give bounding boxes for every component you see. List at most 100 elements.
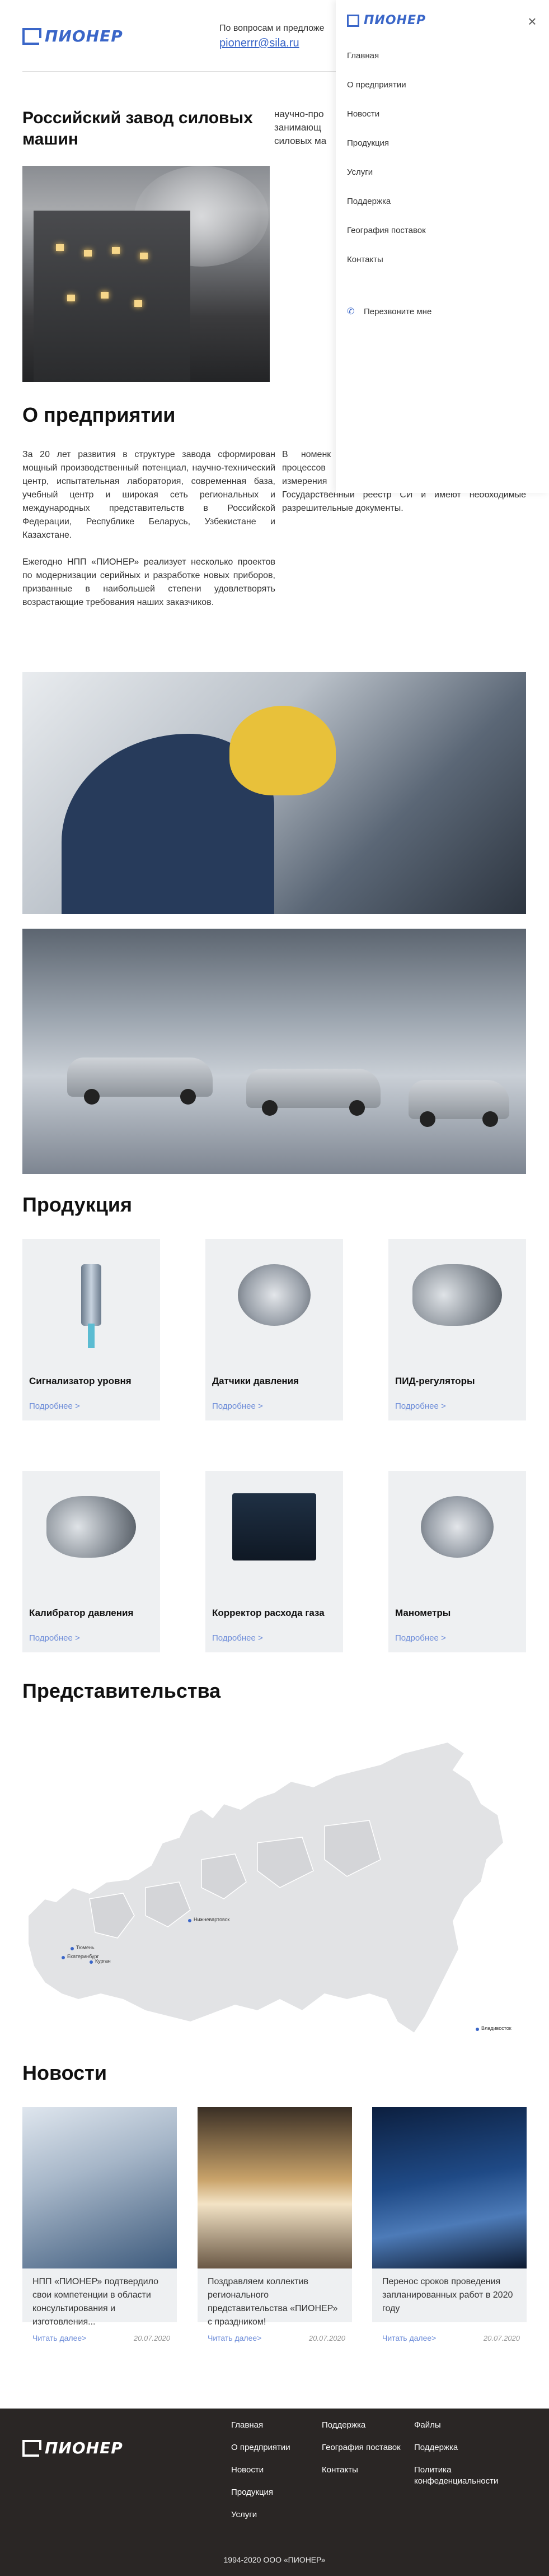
news-title: Новости: [22, 2061, 107, 2084]
map-city-label: Нижневартовск: [194, 1917, 230, 1922]
logo-text: ПИОНЕР: [45, 2439, 123, 2457]
product-more-link[interactable]: Подробнее >: [29, 1401, 80, 1411]
products-title: Продукция: [22, 1193, 132, 1216]
menu-item[interactable]: Новости: [347, 109, 379, 119]
map-city-label: Курган: [95, 1958, 111, 1964]
product-card[interactable]: Сигнализатор уровня Подробнее >: [22, 1239, 160, 1420]
news-card[interactable]: Поздравляем коллектив регионального пред…: [198, 2107, 352, 2342]
header-divider: [22, 71, 336, 72]
product-card[interactable]: Калибратор давления Подробнее >: [22, 1471, 160, 1652]
map-marker[interactable]: [62, 1956, 65, 1959]
product-card[interactable]: Корректор расхода газа Подробнее >: [205, 1471, 343, 1652]
callback-label: Перезвоните мне: [364, 307, 432, 316]
footer-logo[interactable]: ПИОНЕР: [22, 2439, 123, 2457]
russia-map: Нижневартовск Тюмень Екатеринбург Курган…: [22, 1731, 526, 2044]
news-read-more-link[interactable]: Читать далее>: [382, 2333, 436, 2342]
product-image: [35, 1482, 147, 1572]
product-image: [401, 1250, 513, 1340]
menu-item[interactable]: Контакты: [347, 255, 383, 264]
callback-button[interactable]: ✆ Перезвоните мне: [347, 307, 431, 316]
logo-text: ПИОНЕР: [364, 13, 426, 27]
menu-item[interactable]: Услуги: [347, 167, 373, 177]
about-title: О предприятии: [22, 403, 176, 426]
footer-link[interactable]: География поставок: [322, 2443, 401, 2452]
logo-icon: [22, 27, 41, 45]
contact-label: По вопросам и предложе: [219, 24, 325, 33]
side-menu-panel: ПИОНЕР × Главная О предприятии Новости П…: [336, 0, 549, 493]
footer-link[interactable]: Продукция: [231, 2488, 273, 2497]
header-contact: По вопросам и предложе pionerrr@sila.ru: [219, 24, 325, 50]
news-date: 20.07.2020: [133, 2334, 170, 2342]
product-more-link[interactable]: Подробнее >: [29, 1633, 80, 1643]
logo-icon: [347, 14, 359, 27]
product-more-link[interactable]: Подробнее >: [212, 1633, 263, 1643]
menu-item[interactable]: О предприятии: [347, 80, 406, 90]
footer-link[interactable]: Файлы: [414, 2420, 441, 2430]
product-image: [401, 1482, 513, 1572]
site-logo[interactable]: ПИОНЕР: [22, 27, 123, 45]
representations-title: Представительства: [22, 1679, 221, 1702]
news-date: 20.07.2020: [308, 2334, 345, 2342]
footer-link[interactable]: Контакты: [322, 2465, 358, 2475]
menu-item[interactable]: Главная: [347, 51, 379, 60]
map-marker[interactable]: [71, 1947, 74, 1950]
side-menu-list: Главная О предприятии Новости Продукция …: [347, 45, 426, 278]
news-text: Перенос сроков проведения запланированны…: [382, 2277, 513, 2313]
footer-link[interactable]: Главная: [231, 2420, 263, 2430]
hero-photo-plant: [22, 166, 270, 382]
product-name: ПИД-регуляторы: [395, 1376, 475, 1386]
map-marker[interactable]: [90, 1960, 93, 1964]
product-more-link[interactable]: Подробнее >: [395, 1633, 446, 1643]
map-marker[interactable]: [188, 1919, 191, 1922]
product-name: Датчики давления: [212, 1376, 299, 1386]
menu-item[interactable]: Поддержка: [347, 197, 391, 206]
product-more-link[interactable]: Подробнее >: [395, 1401, 446, 1411]
news-card[interactable]: НПП «ПИОНЕР» подтвердило свои компетенци…: [22, 2107, 177, 2342]
footer-link[interactable]: Политика конфеденциальности: [414, 2465, 498, 2486]
news-image: [372, 2107, 527, 2268]
footer-link[interactable]: Поддержка: [322, 2420, 365, 2430]
map-marker[interactable]: [476, 2028, 479, 2031]
menu-item[interactable]: Продукция: [347, 138, 389, 148]
photo-window: [56, 244, 64, 251]
site-footer: ПИОНЕР Главная О предприятии Новости Про…: [0, 2409, 549, 2576]
footer-link[interactable]: Новости: [231, 2465, 264, 2475]
news-text: Поздравляем коллектив регионального пред…: [208, 2277, 338, 2327]
map-shape: [27, 1741, 505, 2034]
photo-welder-mask: [229, 706, 336, 795]
footer-link[interactable]: Услуги: [231, 2510, 257, 2519]
about-photo-welder: [22, 672, 526, 914]
photo-car: [67, 1058, 213, 1105]
about-column-left: За 20 лет развития в структуре завода сф…: [22, 448, 275, 609]
hero-aside-text: научно-про занимающ силовых ма: [274, 109, 327, 146]
news-card[interactable]: Перенос сроков проведения запланированны…: [372, 2107, 527, 2342]
product-card[interactable]: Манометры Подробнее >: [388, 1471, 526, 1652]
contact-email-link[interactable]: pionerrr@sila.ru: [219, 37, 325, 50]
logo-text: ПИОНЕР: [45, 27, 123, 45]
photo-window: [112, 247, 120, 254]
news-read-more-link[interactable]: Читать далее>: [32, 2333, 86, 2342]
photo-window: [84, 250, 92, 257]
menu-item[interactable]: География поставок: [347, 226, 426, 235]
close-icon[interactable]: ×: [524, 13, 540, 29]
product-name: Манометры: [395, 1608, 451, 1618]
photo-window: [134, 300, 142, 307]
side-menu-logo[interactable]: ПИОНЕР: [347, 13, 426, 27]
photo-car: [409, 1080, 509, 1127]
product-name: Калибратор давления: [29, 1608, 134, 1618]
product-name: Корректор расхода газа: [212, 1608, 325, 1618]
product-card[interactable]: ПИД-регуляторы Подробнее >: [388, 1239, 526, 1420]
map-city-label: Тюмень: [76, 1945, 95, 1950]
news-read-more-link[interactable]: Читать далее>: [208, 2333, 261, 2342]
news-date: 20.07.2020: [483, 2334, 520, 2342]
news-image: [22, 2107, 177, 2268]
footer-link[interactable]: О предприятии: [231, 2443, 290, 2452]
product-card[interactable]: Датчики давления Подробнее >: [205, 1239, 343, 1420]
news-text: НПП «ПИОНЕР» подтвердило свои компетенци…: [32, 2277, 158, 2327]
photo-window: [101, 292, 109, 299]
product-more-link[interactable]: Подробнее >: [212, 1401, 263, 1411]
footer-link[interactable]: Поддержка: [414, 2443, 458, 2452]
news-image: [198, 2107, 352, 2268]
photo-tower: [34, 211, 190, 382]
about-paragraph: Ежегодно НПП «ПИОНЕР» реализует нескольк…: [22, 557, 275, 607]
